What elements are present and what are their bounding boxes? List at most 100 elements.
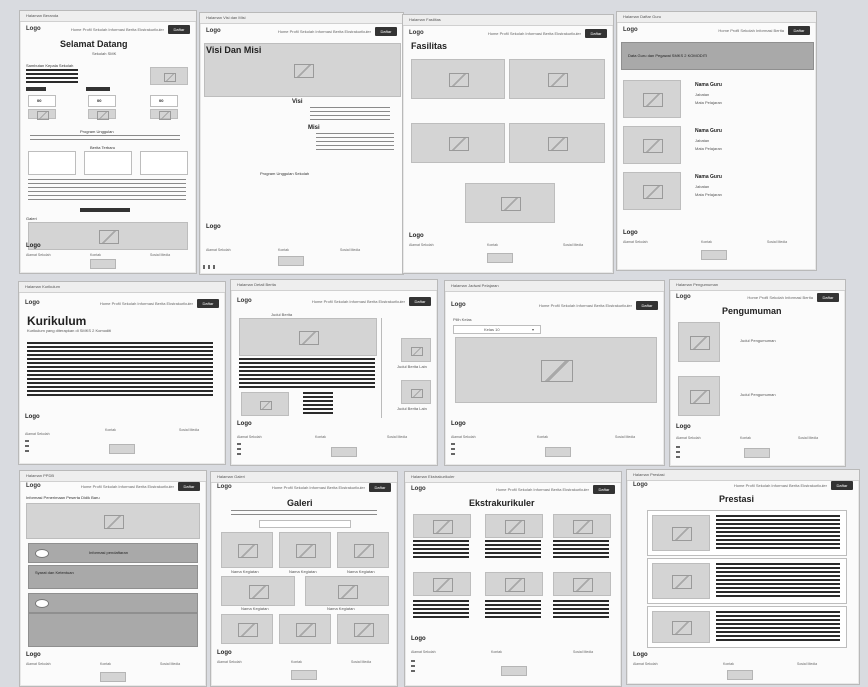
related-image[interactable] [401, 338, 431, 362]
footer-button[interactable] [727, 670, 753, 680]
ekskul-image[interactable] [553, 572, 611, 596]
footer: Logo Alamat Sekolah Kontak Sosial Media [670, 424, 845, 466]
footer-button[interactable] [545, 447, 571, 457]
class-select[interactable]: Kelas 10 ▾ [453, 325, 541, 334]
related-title[interactable]: Judul Berita Lain [397, 406, 427, 411]
achievement-text [716, 515, 840, 551]
nav-menu[interactable]: Home Profil Sekolah Informasi Berita Eks… [312, 299, 405, 304]
nav-menu[interactable]: Home Profil Sekolah Informasi Berita Eks… [272, 485, 365, 490]
nav-button[interactable]: Daftar [369, 483, 391, 492]
nav-menu[interactable]: Home Profil Sekolah Informasi Berita Eks… [488, 31, 581, 36]
frame-header: Halaman Pengumuman [670, 280, 845, 291]
stat-card: 00 [150, 95, 178, 107]
frame-header: Halaman Ekstrakurikuler [405, 472, 621, 483]
teacher-role: Jabatan [695, 184, 710, 189]
footer-button[interactable] [278, 256, 304, 266]
nav-button[interactable]: Daftar [788, 26, 810, 35]
footer-button[interactable] [100, 672, 126, 682]
more-button[interactable] [80, 208, 130, 212]
nav-menu[interactable]: Home Profil Sekolah Informasi Berita [718, 28, 784, 33]
nav-button[interactable]: Daftar [168, 25, 190, 34]
logo: Logo [25, 300, 40, 306]
footer-button[interactable] [109, 444, 135, 454]
image-placeholder [150, 67, 188, 85]
nav-menu[interactable]: Home Profil Sekolah Informasi Berita Eks… [496, 487, 589, 492]
gallery-image[interactable] [221, 576, 295, 606]
footer-button[interactable] [331, 447, 357, 457]
ekskul-image[interactable] [413, 514, 471, 538]
news-card[interactable] [28, 151, 76, 175]
nav-button[interactable]: Daftar [178, 482, 200, 491]
footer-col: Kontak [740, 436, 751, 440]
nav-button[interactable]: Daftar [817, 293, 839, 302]
footer-button[interactable] [487, 253, 513, 263]
gallery-image[interactable] [221, 614, 273, 644]
ekskul-image[interactable] [485, 572, 543, 596]
footer: Logo Alamat Sekolah Kontak Sosial Media [20, 243, 196, 273]
facility-image [411, 123, 505, 163]
footer-col: Kontak [487, 243, 498, 247]
nav-menu[interactable]: Home Profil Sekolah Informasi Berita Eks… [81, 484, 174, 489]
gallery-caption: Nama Kegiatan [231, 569, 259, 574]
announcement-title[interactable]: Judul Pengumuman [740, 392, 776, 397]
ekskul-image[interactable] [413, 572, 471, 596]
announcement-title[interactable]: Judul Pengumuman [740, 338, 776, 343]
footer: Logo Alamat Sekolah Kontak Sosial Media [200, 224, 403, 274]
footer-col: Kontak [315, 435, 326, 439]
announcement-image[interactable] [678, 376, 720, 416]
ekskul-image[interactable] [485, 514, 543, 538]
news-card[interactable] [140, 151, 188, 175]
footer-button[interactable] [291, 670, 317, 680]
navbar: Logo Home Profil Sekolah Informasi Berit… [25, 299, 219, 309]
image-placeholder [28, 109, 56, 120]
footer-button[interactable] [701, 250, 727, 260]
nav-button[interactable]: Daftar [636, 301, 658, 310]
nav-menu[interactable]: Home Profil Sekolah Informasi Berita Eks… [734, 483, 827, 488]
ekskul-image[interactable] [553, 514, 611, 538]
gallery-search[interactable] [259, 520, 351, 528]
nav-button[interactable]: Daftar [831, 481, 853, 490]
nav-button[interactable]: Daftar [409, 297, 431, 306]
footer-logo: Logo [217, 650, 232, 656]
ekskul-text [413, 540, 469, 560]
gallery-image[interactable] [337, 532, 389, 568]
page-title: Visi Dan Misi [206, 45, 262, 55]
achievement-card[interactable] [647, 558, 847, 604]
nav-menu[interactable]: Home Profil Sekolah Informasi Berita Eks… [278, 29, 371, 34]
footer-col: Alamat Sekolah [633, 662, 658, 666]
gallery-image[interactable] [279, 614, 331, 644]
nav-button[interactable]: Daftar [375, 27, 397, 36]
nav-button[interactable]: Daftar [585, 29, 607, 38]
nav-button[interactable]: Daftar [197, 299, 219, 308]
schedule-image [455, 337, 657, 403]
related-title[interactable]: Judul Berita Lain [397, 364, 427, 369]
footer-col: Kontak [723, 662, 734, 666]
ppdb-heading: Informasi Penerimaan Peserta Didik Baru [26, 495, 100, 500]
gallery-image[interactable] [221, 532, 273, 568]
ekskul-text [485, 540, 541, 560]
nav-menu[interactable]: Home Profil Sekolah Informasi Berita Eks… [100, 301, 193, 306]
gallery-caption: Nama Kegiatan [347, 569, 375, 574]
nav-menu[interactable]: Home Profil Sekolah Informasi Berita Eks… [539, 303, 632, 308]
nav-menu[interactable]: Home Profil Sekolah Informasi Berita Eks… [71, 27, 164, 32]
social-icons [411, 660, 415, 674]
logo: Logo [633, 482, 648, 488]
announcement-image[interactable] [678, 322, 720, 362]
related-image[interactable] [401, 380, 431, 404]
info-block: Syarat dan Ketentuan [28, 565, 198, 589]
nav-button[interactable]: Daftar [593, 485, 615, 494]
footer-button[interactable] [744, 448, 770, 458]
achievement-card[interactable] [647, 606, 847, 648]
stat-card: 00 [28, 95, 56, 107]
footer-button[interactable] [90, 259, 116, 269]
achievement-card[interactable] [647, 510, 847, 556]
gallery-image[interactable] [305, 576, 389, 606]
frame-kurikulum: Halaman Kurikulum Logo Home Profil Sekol… [18, 281, 226, 465]
page-title: Fasilitas [411, 41, 448, 51]
gallery-image[interactable] [279, 532, 331, 568]
navbar: Logo Home Profil Sekolah Informasi Berit… [411, 485, 615, 495]
footer-button[interactable] [501, 666, 527, 676]
gallery-image[interactable] [337, 614, 389, 644]
news-card[interactable] [84, 151, 132, 175]
nav-menu[interactable]: Home Profil Sekolah Informasi Berita [747, 295, 813, 300]
